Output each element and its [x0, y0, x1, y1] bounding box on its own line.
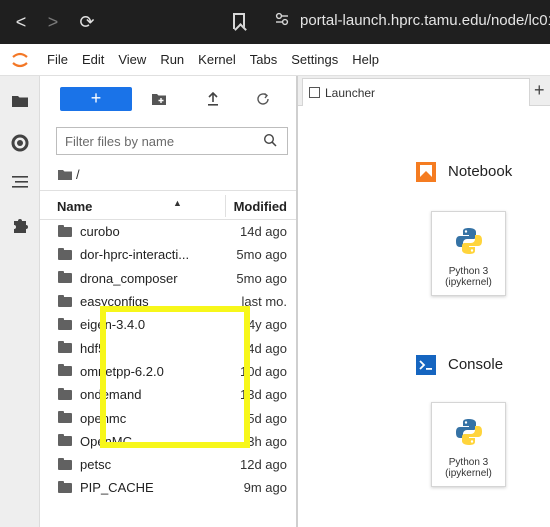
menu-settings[interactable]: Settings	[284, 52, 345, 67]
left-activity-bar	[0, 76, 40, 527]
file-modified: 14d ago	[240, 224, 287, 240]
file-modified: 12d ago	[240, 457, 287, 473]
folder-icon[interactable]	[0, 94, 40, 107]
console-section-icon	[416, 355, 436, 375]
bookmark-icon[interactable]	[233, 13, 245, 29]
folder-icon	[58, 317, 72, 330]
console-section-label: Console	[448, 356, 504, 373]
menu-bar: File Edit View Run Kernel Tabs Settings …	[0, 44, 550, 76]
folder-icon	[58, 247, 72, 260]
card-label-line2: (ipykernel)	[445, 277, 492, 288]
folder-icon	[58, 480, 72, 493]
sort-ascending-icon[interactable]: ▲	[173, 198, 182, 208]
file-name: curobo	[80, 224, 120, 240]
menu-view[interactable]: View	[111, 52, 153, 67]
site-settings-icon[interactable]	[275, 12, 289, 29]
launcher-tab-icon	[309, 87, 320, 98]
menu-run[interactable]: Run	[153, 52, 191, 67]
python-logo-icon	[455, 228, 482, 254]
upload-icon[interactable]	[203, 89, 223, 109]
main-area: Launcher + Notebook Python 3 (ipykernel)	[298, 76, 550, 527]
card-label: Python 3 (ipykernel)	[432, 457, 505, 479]
file-modified: 4y ago	[247, 317, 287, 333]
file-row-dor-hprc[interactable]: dor-hprc-interacti... 5mo ago	[40, 243, 296, 266]
folder-icon	[58, 411, 72, 424]
forward-icon[interactable]: >	[42, 12, 64, 33]
menu-tabs[interactable]: Tabs	[243, 52, 284, 67]
folder-icon	[58, 271, 72, 284]
python-logo-icon	[455, 419, 482, 445]
column-name[interactable]: Name	[57, 199, 92, 214]
file-browser-panel: + Filter files by name / Name ▲ Modified…	[40, 76, 298, 527]
folder-icon	[58, 434, 72, 447]
file-modified: 4d ago	[247, 340, 287, 356]
card-label-line1: Python 3	[448, 457, 489, 468]
folder-icon	[58, 341, 72, 354]
file-browser-toolbar: +	[40, 76, 298, 118]
new-folder-icon[interactable]	[149, 89, 169, 109]
breadcrumb-root[interactable]: /	[76, 167, 80, 182]
card-label-line2: (ipykernel)	[445, 468, 492, 479]
refresh-icon[interactable]	[253, 89, 273, 109]
file-name: drona_composer	[80, 270, 178, 286]
folder-icon	[58, 169, 72, 180]
notebook-section-label: Notebook	[448, 163, 513, 180]
tab-label: Launcher	[325, 85, 376, 100]
file-modified: 3h ago	[247, 433, 287, 449]
search-icon	[263, 133, 277, 150]
notebook-python3-card[interactable]: Python 3 (ipykernel)	[431, 211, 506, 296]
extensions-puzzle-icon[interactable]	[0, 216, 40, 234]
file-filter-input[interactable]: Filter files by name	[56, 127, 288, 155]
table-of-contents-icon[interactable]	[0, 176, 40, 188]
file-row-pip-cache[interactable]: PIP_CACHE 9m ago	[40, 476, 296, 499]
jupyter-logo-icon	[0, 44, 40, 76]
new-launcher-button[interactable]: +	[60, 87, 132, 111]
file-name: dor-hprc-interacti...	[80, 247, 190, 263]
console-python3-card[interactable]: Python 3 (ipykernel)	[431, 402, 506, 487]
launcher-panel: Notebook Python 3 (ipykernel) Console Py…	[306, 106, 550, 527]
tab-bar: Launcher +	[298, 76, 550, 106]
file-row-drona-composer[interactable]: drona_composer 5mo ago	[40, 267, 296, 290]
folder-icon	[58, 387, 72, 400]
folder-icon	[58, 294, 72, 307]
filter-placeholder: Filter files by name	[65, 133, 175, 149]
address-bar[interactable]: portal-launch.hprc.tamu.edu/node/lc01	[300, 12, 550, 29]
file-modified: 5mo ago	[236, 247, 287, 263]
file-modified: 9m ago	[243, 480, 287, 496]
browser-toolbar: < > ⟳ portal-launch.hprc.tamu.edu/node/l…	[0, 0, 550, 44]
back-icon[interactable]: <	[10, 12, 32, 33]
folder-icon	[58, 224, 72, 237]
file-modified: 5d ago	[247, 410, 287, 426]
menu-file[interactable]: File	[40, 52, 75, 67]
card-label: Python 3 (ipykernel)	[432, 266, 505, 288]
file-name: PIP_CACHE	[80, 480, 154, 496]
file-name: petsc	[80, 457, 112, 473]
highlight-box	[100, 306, 250, 448]
folder-icon	[58, 457, 72, 470]
notebook-section-icon	[416, 162, 436, 182]
reload-icon[interactable]: ⟳	[76, 12, 98, 33]
breadcrumb[interactable]: /	[58, 164, 80, 184]
file-list-header: Name ▲ Modified	[40, 190, 296, 220]
running-kernels-icon[interactable]	[0, 134, 40, 152]
folder-icon	[58, 364, 72, 377]
card-label-line1: Python 3	[448, 266, 489, 277]
tab-launcher[interactable]: Launcher	[302, 78, 530, 106]
menu-kernel[interactable]: Kernel	[191, 52, 243, 67]
column-divider[interactable]	[225, 195, 226, 217]
menu-help[interactable]: Help	[345, 52, 386, 67]
menu-edit[interactable]: Edit	[75, 52, 111, 67]
file-row-curobo[interactable]: curobo 14d ago	[40, 220, 296, 243]
new-tab-button[interactable]: +	[534, 80, 545, 101]
column-modified[interactable]: Modified	[234, 199, 287, 214]
file-row-petsc[interactable]: petsc 12d ago	[40, 453, 296, 476]
file-modified: 5mo ago	[236, 270, 287, 286]
